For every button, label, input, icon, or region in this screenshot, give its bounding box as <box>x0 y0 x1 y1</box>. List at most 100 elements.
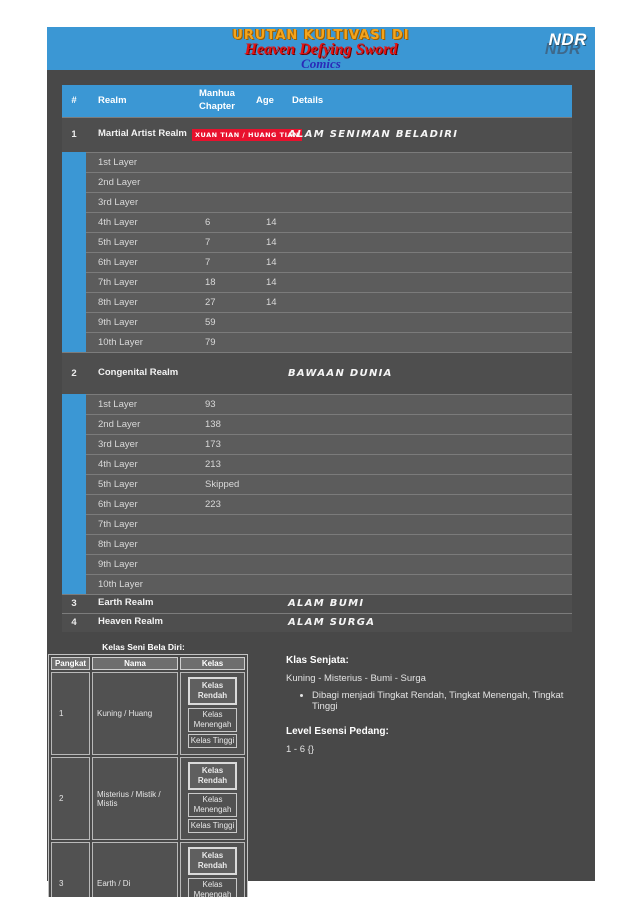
layer-blue-bar <box>62 394 86 414</box>
layer-details <box>288 394 572 414</box>
realm-badge: XUAN TIAN / HUANG TIAN <box>192 129 302 141</box>
layer-blue-bar <box>62 152 86 172</box>
layer-details <box>288 212 572 232</box>
layer-age <box>248 394 288 414</box>
header-banner: URUTAN KULTIVASI DI Heaven Defying Sword… <box>47 27 595 70</box>
class-tier-label: Kelas Rendah <box>188 677 237 705</box>
ndr-logo: NDR NDR <box>529 30 587 68</box>
realm-name: Martial Artist Realm <box>86 117 192 152</box>
class-column-header-2: Nama <box>92 657 178 670</box>
class-tier-label: Kelas Menengah <box>188 708 237 732</box>
column-header-chap: Manhua Chapter <box>192 85 248 117</box>
layer-age <box>248 574 288 594</box>
layer-row: 4th Layer213 <box>62 454 572 474</box>
layer-name: 6th Layer <box>86 494 192 514</box>
layer-details <box>288 414 572 434</box>
layer-blue-bar <box>62 272 86 292</box>
layer-name: 9th Layer <box>86 554 192 574</box>
layer-blue-bar <box>62 292 86 312</box>
class-rank: 1 <box>51 672 90 755</box>
layer-blue-bar <box>62 474 86 494</box>
class-row: 2Misterius / Mistik / MistisKelas Rendah… <box>51 757 245 840</box>
layer-blue-bar <box>62 232 86 252</box>
layer-name: 10th Layer <box>86 574 192 594</box>
layer-chapter: 59 <box>192 312 248 332</box>
layer-row: 6th Layer714 <box>62 252 572 272</box>
layer-chapter: 223 <box>192 494 248 514</box>
page: URUTAN KULTIVASI DI Heaven Defying Sword… <box>0 0 640 897</box>
layer-blue-bar <box>62 534 86 554</box>
class-tier-cell: Kelas RendahKelas MenengahKelas Tinggi <box>180 842 245 897</box>
realm-badge-cell <box>192 352 288 394</box>
layer-row: 9th Layer59 <box>62 312 572 332</box>
layer-details <box>288 152 572 172</box>
realm-number: 1 <box>62 117 86 152</box>
column-header-num: # <box>62 85 86 117</box>
layer-blue-bar <box>62 434 86 454</box>
column-header-age: Age <box>248 85 288 117</box>
layer-chapter: 18 <box>192 272 248 292</box>
martial-class-body: 1Kuning / HuangKelas RendahKelas Menenga… <box>51 672 245 897</box>
layer-age <box>248 414 288 434</box>
layer-name: 9th Layer <box>86 312 192 332</box>
layer-age <box>248 332 288 352</box>
layer-age <box>248 152 288 172</box>
layer-chapter: 7 <box>192 232 248 252</box>
layer-row: 8th Layer2714 <box>62 292 572 312</box>
column-header-det: Details <box>288 85 572 117</box>
class-name: Misterius / Mistik / Mistis <box>92 757 178 840</box>
layer-chapter: 173 <box>192 434 248 454</box>
banner-titles: URUTAN KULTIVASI DI Heaven Defying Sword… <box>47 29 595 70</box>
martial-class-table: PangkatNamaKelas 1Kuning / HuangKelas Re… <box>48 654 248 897</box>
layer-age: 14 <box>248 292 288 312</box>
layer-age <box>248 172 288 192</box>
weapon-class-notes: Dibagi menjadi Tingkat Rendah, Tingkat M… <box>312 690 575 712</box>
layer-details <box>288 312 572 332</box>
weapon-class-list: Kuning - Misterius - Bumi - Surga <box>286 673 575 684</box>
cultivation-table: #RealmManhua ChapterAgeDetails 1Martial … <box>62 85 572 632</box>
layer-details <box>288 232 572 252</box>
layer-name: 7th Layer <box>86 272 192 292</box>
layer-age <box>248 454 288 474</box>
layer-name: 5th Layer <box>86 232 192 252</box>
class-tier-label: Kelas Tinggi <box>188 819 237 833</box>
layer-chapter: 6 <box>192 212 248 232</box>
layer-details <box>288 554 572 574</box>
ndr-logo-text: NDR <box>549 30 587 50</box>
cultivation-table-body: 1Martial Artist RealmXUAN TIAN / HUANG T… <box>62 117 572 632</box>
layer-row: 4th Layer614 <box>62 212 572 232</box>
layer-blue-bar <box>62 554 86 574</box>
layer-blue-bar <box>62 212 86 232</box>
realm-badge-cell <box>192 594 288 613</box>
layer-age <box>248 192 288 212</box>
layer-row: 10th Layer79 <box>62 332 572 352</box>
layer-name: 3rd Layer <box>86 434 192 454</box>
layer-chapter: 79 <box>192 332 248 352</box>
layer-name: 10th Layer <box>86 332 192 352</box>
layer-name: 6th Layer <box>86 252 192 272</box>
martial-class-section: Kelas Seni Bela Diri: PangkatNamaKelas 1… <box>48 642 239 897</box>
layer-name: 8th Layer <box>86 534 192 554</box>
layer-chapter <box>192 152 248 172</box>
layer-row: 8th Layer <box>62 534 572 554</box>
realm-name: Earth Realm <box>86 594 192 613</box>
layer-age <box>248 534 288 554</box>
comic-title: Heaven Defying Sword <box>47 42 595 57</box>
realm-number: 3 <box>62 594 86 613</box>
layer-details <box>288 252 572 272</box>
layer-row: 1st Layer93 <box>62 394 572 414</box>
layer-details <box>288 454 572 474</box>
layer-row: 3rd Layer <box>62 192 572 212</box>
layer-details <box>288 574 572 594</box>
cultivation-table-header: #RealmManhua ChapterAgeDetails <box>62 85 572 117</box>
weapon-class-note: Dibagi menjadi Tingkat Rendah, Tingkat M… <box>312 690 575 712</box>
layer-age <box>248 494 288 514</box>
realm-name: Heaven Realm <box>86 613 192 632</box>
realm-badge-cell <box>192 613 288 632</box>
main-body: #RealmManhua ChapterAgeDetails 1Martial … <box>47 70 595 881</box>
layer-age <box>248 474 288 494</box>
layer-chapter: 7 <box>192 252 248 272</box>
comic-subtitle: Comics <box>47 57 595 70</box>
layer-age <box>248 434 288 454</box>
layer-blue-bar <box>62 454 86 474</box>
